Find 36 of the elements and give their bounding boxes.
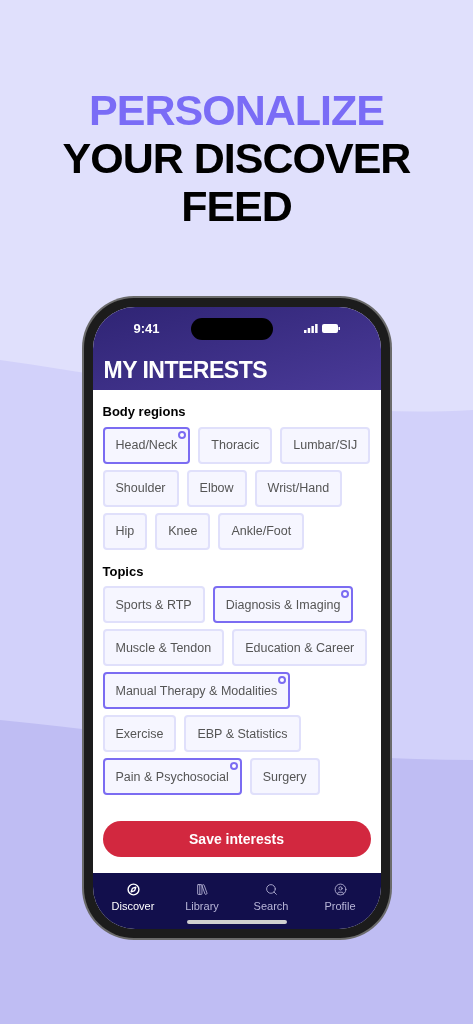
interest-chip[interactable]: Elbow bbox=[186, 469, 247, 507]
signal-icon bbox=[303, 324, 318, 334]
section-heading: Topics bbox=[102, 562, 145, 581]
interest-chip[interactable]: Knee bbox=[155, 512, 211, 550]
headline: PERSONALIZE bbox=[89, 86, 384, 135]
search-icon bbox=[264, 883, 278, 897]
books-icon bbox=[195, 883, 209, 897]
interest-chip[interactable]: Exercise bbox=[102, 715, 177, 753]
interest-chip[interactable]: Wrist/Hand bbox=[254, 469, 343, 507]
interest-chip[interactable]: EBP & Statistics bbox=[184, 715, 301, 753]
interest-chip[interactable]: Thoracic bbox=[198, 426, 273, 464]
interest-chip[interactable]: Hip bbox=[102, 512, 148, 550]
page-title: MY INTERESTS bbox=[103, 356, 269, 386]
section-heading: Body regions bbox=[102, 403, 187, 422]
save-button[interactable]: Save interests bbox=[102, 821, 371, 858]
battery-icon bbox=[321, 324, 340, 334]
tab[interactable]: Discover bbox=[98, 883, 168, 930]
tab[interactable]: Library bbox=[167, 883, 237, 930]
interest-chip[interactable]: Head/Neck bbox=[102, 426, 191, 464]
interest-chip[interactable]: Ankle/Foot bbox=[218, 512, 305, 550]
interest-chip[interactable]: Shoulder bbox=[102, 469, 179, 507]
compass-icon bbox=[126, 883, 140, 897]
headline: YOUR DISCOVER bbox=[62, 134, 411, 183]
tab[interactable]: Profile bbox=[305, 883, 375, 930]
interest-chip[interactable]: Diagnosis & Imaging bbox=[212, 586, 354, 624]
user-icon bbox=[333, 883, 347, 897]
status-time: 9:41 bbox=[133, 320, 160, 339]
interest-chip[interactable]: Manual Therapy & Modalities bbox=[102, 672, 291, 710]
interest-chip[interactable]: Surgery bbox=[249, 758, 320, 796]
headline: FEED bbox=[181, 182, 292, 231]
interest-chip[interactable]: Sports & RTP bbox=[102, 586, 205, 624]
interest-chip[interactable]: Muscle & Tendon bbox=[102, 629, 225, 667]
tab[interactable]: Search bbox=[236, 883, 306, 930]
interest-chip[interactable]: Pain & Psychosocial bbox=[102, 758, 242, 796]
interest-chip[interactable]: Lumbar/SIJ bbox=[280, 426, 371, 464]
interest-chip[interactable]: Education & Career bbox=[232, 629, 368, 667]
